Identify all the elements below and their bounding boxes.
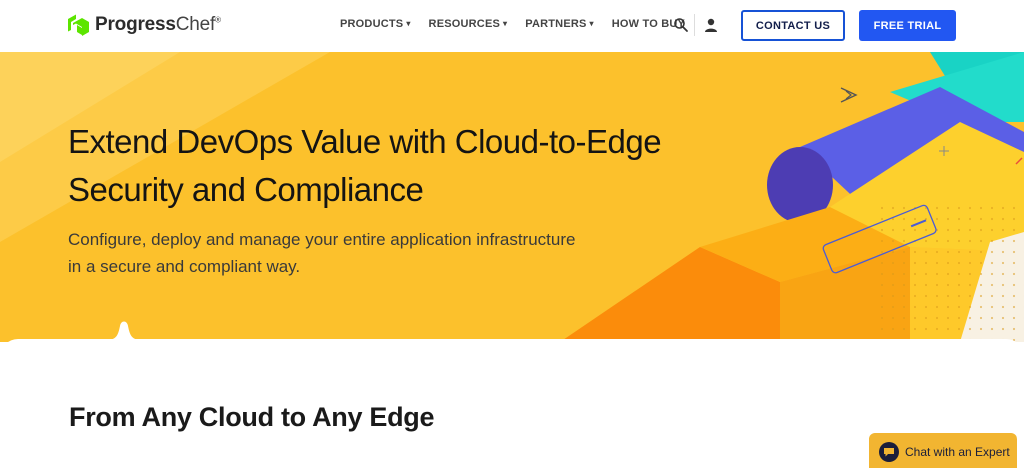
progress-chef-logo[interactable]: ProgressChef® <box>68 12 221 38</box>
logo-brand: Progress <box>95 14 176 35</box>
logo-registered-mark: ® <box>215 15 221 25</box>
main-nav: PRODUCTS ▾ RESOURCES ▾ PARTNERS ▾ HOW TO BU… <box>340 18 703 30</box>
progress-logo-icon <box>68 14 89 36</box>
hero-title: Extend DevOps Value with Cloud-to-Edge S… <box>68 118 768 214</box>
nav-partners[interactable]: PARTNERS ▾ <box>525 18 594 30</box>
hero-subtitle: Configure, deploy and manage your entire… <box>68 226 648 280</box>
chat-label: Chat with an Expert <box>905 445 1010 459</box>
hero-title-line2: Security and Compliance <box>68 171 424 208</box>
logo-text: ProgressChef® <box>95 14 221 36</box>
caret-down-icon: ▾ <box>503 19 508 28</box>
hero-subtitle-line1: Configure, deploy and manage your entire… <box>68 230 576 249</box>
site-header: ProgressChef® PRODUCTS ▾ RESOURCES ▾ PARTN… <box>0 0 1024 52</box>
nav-resources[interactable]: RESOURCES ▾ <box>429 18 508 30</box>
chat-with-expert-button[interactable]: Chat with an Expert <box>869 433 1017 468</box>
hero-title-line1: Extend DevOps Value with Cloud-to-Edge <box>68 123 662 160</box>
section-title: From Any Cloud to Any Edge <box>69 402 435 432</box>
header-divider <box>694 14 695 36</box>
hero-banner: Extend DevOps Value with Cloud-to-Edge S… <box>0 52 1024 342</box>
caret-down-icon: ▾ <box>406 19 411 28</box>
logo-product: Chef <box>175 14 216 35</box>
nav-partners-label: PARTNERS <box>525 18 587 30</box>
user-icon[interactable] <box>703 17 719 33</box>
nav-products[interactable]: PRODUCTS ▾ <box>340 18 411 30</box>
free-trial-button[interactable]: FREE TRIAL <box>859 10 956 41</box>
search-icon[interactable] <box>673 17 689 33</box>
nav-resources-label: RESOURCES <box>428 18 501 30</box>
hero-subtitle-line2: in a secure and compliant way. <box>68 257 301 276</box>
caret-down-icon: ▾ <box>589 19 594 28</box>
nav-products-label: PRODUCTS <box>340 18 404 30</box>
chat-icon <box>879 442 899 462</box>
contact-us-button[interactable]: CONTACT US <box>741 10 845 41</box>
